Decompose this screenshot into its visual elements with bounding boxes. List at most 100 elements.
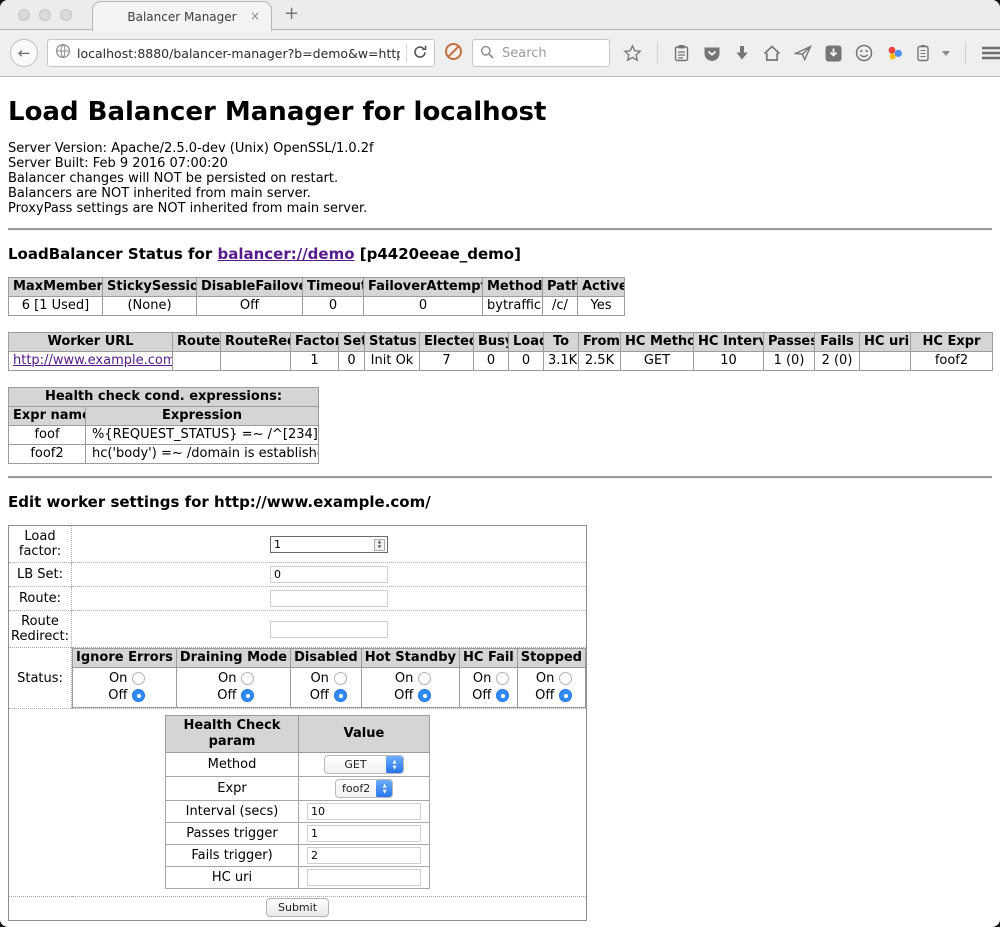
cell-maxmembers: 6 [1 Used]: [9, 297, 103, 316]
col-route: Route: [173, 333, 221, 352]
reload-icon[interactable]: [413, 44, 427, 63]
col-routeredir: RouteRedir: [221, 333, 291, 352]
cell-worker-url: http://www.example.com/: [9, 352, 173, 371]
worker-url-link[interactable]: http://www.example.com/: [13, 353, 173, 368]
load-factor-input[interactable]: [270, 536, 388, 553]
route-redirect-input[interactable]: [270, 621, 388, 638]
feedback-smiley-icon[interactable]: [855, 44, 873, 62]
col-hc-method: HC Method: [621, 333, 694, 352]
col-fails: Fails: [815, 333, 860, 352]
stopped-cell: On Off: [517, 668, 585, 708]
server-built-line: Server Built: Feb 9 2016 07:00:20: [8, 156, 992, 171]
url-bar[interactable]: localhost:8880/balancer-manager?b=demo&w…: [47, 39, 435, 67]
status-header-row: Ignore Errors Draining Mode Disabled Hot…: [73, 649, 586, 668]
hc-method-cell: GET ▲▼: [299, 753, 430, 777]
hc-passes-label: Passes trigger: [166, 823, 299, 845]
menu-hamburger-icon[interactable]: [981, 46, 1000, 60]
stopped-on-label: On: [530, 671, 554, 686]
number-spinner-icon[interactable]: ▲▼: [374, 539, 385, 551]
stopped-off-radio[interactable]: [559, 689, 572, 702]
lb-set-input[interactable]: [270, 566, 388, 583]
downloads-icon[interactable]: [734, 46, 750, 61]
expressions-table: Health check cond. expressions: Expr nam…: [8, 387, 319, 464]
bookmark-star-icon[interactable]: [623, 44, 642, 63]
hot-standby-off-label: Off: [389, 688, 413, 703]
balancer-status-heading: LoadBalancer Status for balancer://demo …: [8, 245, 992, 263]
tab-balancer-manager[interactable]: Balancer Manager ×: [92, 1, 272, 31]
hc-header-row: Health Check param Value: [166, 716, 430, 753]
cell-fails: 2 (0): [815, 352, 860, 371]
hc-uri-input[interactable]: [307, 869, 421, 886]
disabled-off-radio[interactable]: [334, 689, 347, 702]
cell-active: Yes: [578, 297, 625, 316]
cell-set: 0: [339, 352, 365, 371]
stopped-on-radio[interactable]: [559, 672, 572, 685]
blocked-content-icon[interactable]: [444, 42, 463, 65]
draining-mode-off-radio[interactable]: [241, 689, 254, 702]
col-hc-uri: HC uri: [860, 333, 911, 352]
cell-to: 3.1K: [544, 352, 579, 371]
select-chevrons-icon: ▲▼: [376, 779, 393, 798]
method-select-value: GET: [325, 756, 386, 773]
ignore-errors-on-label: On: [103, 671, 127, 686]
disabled-off-label: Off: [305, 688, 329, 703]
status-radio-row: On Off On Off On Off: [73, 668, 586, 708]
method-select[interactable]: GET ▲▼: [324, 755, 404, 774]
toolbar-separator: [657, 42, 658, 64]
hc-interval-label: Interval (secs): [166, 801, 299, 823]
lb-set-row: LB Set:: [9, 563, 587, 587]
hc-interval-input[interactable]: [307, 803, 421, 820]
col-maxmembers: MaxMembers: [9, 278, 103, 297]
bookmarks-clipboard-icon[interactable]: [673, 44, 690, 62]
hot-standby-on-label: On: [389, 671, 413, 686]
url-text[interactable]: localhost:8880/balancer-manager?b=demo&w…: [77, 46, 400, 61]
spinner-down-icon[interactable]: ▼: [378, 545, 381, 550]
col-status: Status: [365, 333, 420, 352]
balancer-demo-link[interactable]: balancer://demo: [217, 245, 354, 263]
col-ignore-errors: Ignore Errors: [73, 649, 177, 668]
pocket-icon[interactable]: [703, 45, 721, 62]
cell-timeout: 0: [303, 297, 364, 316]
hc-uri-row: HC uri: [166, 867, 430, 889]
hc-fail-off-radio[interactable]: [496, 689, 509, 702]
search-input[interactable]: [500, 45, 602, 62]
col-busy: Busy: [474, 333, 509, 352]
route-redirect-label: Route Redirect:: [9, 611, 72, 648]
zoom-window-button[interactable]: [60, 9, 72, 21]
cell-route: [173, 352, 221, 371]
save-to-device-icon[interactable]: [825, 45, 842, 62]
tab-close-icon[interactable]: ×: [250, 9, 260, 23]
hot-standby-off-radio[interactable]: [418, 689, 431, 702]
colored-dots-extension-icon[interactable]: [886, 44, 904, 62]
lb-set-label: LB Set:: [9, 563, 72, 587]
submit-button[interactable]: Submit: [266, 898, 329, 917]
minimize-window-button[interactable]: [39, 9, 51, 21]
expr-select[interactable]: foof2 ▲▼: [335, 779, 393, 798]
chevron-down-icon[interactable]: [942, 51, 950, 56]
toolbar-icons: [623, 42, 1000, 64]
notes-list-icon[interactable]: [917, 44, 929, 62]
ignore-errors-off-radio[interactable]: [132, 689, 145, 702]
divider-2: [8, 476, 992, 479]
new-tab-button[interactable]: +: [284, 3, 299, 24]
hc-fail-on-radio[interactable]: [496, 672, 509, 685]
hc-passes-input[interactable]: [307, 825, 421, 842]
cell-hc-interval: 10: [694, 352, 764, 371]
page-title: Load Balancer Manager for localhost: [8, 97, 992, 127]
hot-standby-cell: On Off: [361, 668, 459, 708]
send-plane-icon[interactable]: [794, 45, 812, 61]
draining-mode-on-radio[interactable]: [241, 672, 254, 685]
home-icon[interactable]: [763, 45, 781, 61]
cell-expr-name: foof: [9, 426, 86, 445]
search-bar[interactable]: [472, 39, 610, 67]
close-window-button[interactable]: [18, 9, 30, 21]
hot-standby-on-radio[interactable]: [418, 672, 431, 685]
back-button[interactable]: ←: [10, 39, 38, 67]
route-input[interactable]: [270, 590, 388, 607]
ignore-errors-on-radio[interactable]: [132, 672, 145, 685]
hc-fails-input[interactable]: [307, 847, 421, 864]
hc-interval-cell: [299, 801, 430, 823]
disabled-on-radio[interactable]: [334, 672, 347, 685]
persist-notice-line: Balancer changes will NOT be persisted o…: [8, 171, 992, 186]
table-header-row: MaxMembers StickySession DisableFailover…: [9, 278, 625, 297]
